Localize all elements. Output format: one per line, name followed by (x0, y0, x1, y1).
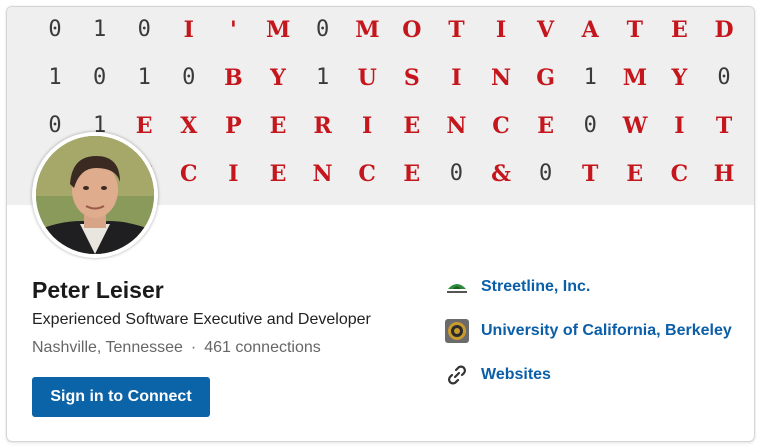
banner-char: M (355, 17, 380, 43)
banner-char: A (581, 17, 599, 43)
banner-char: E (537, 113, 554, 139)
banner-char: 0 (137, 17, 151, 42)
banner-char: N (490, 65, 512, 91)
banner-row: 0 1 0 I ' M 0 M O T I V A T E D (7, 15, 754, 45)
banner-char: E (269, 161, 287, 187)
profile-meta: Nashville, Tennessee · 461 connections (32, 339, 321, 357)
banner-char: I (228, 161, 239, 187)
sidebar-item-uc-berkeley[interactable]: University of California, Berkeley (445, 317, 732, 345)
banner-char: C (670, 161, 689, 187)
banner-char: M (266, 17, 291, 43)
link-icon (445, 363, 469, 387)
banner-char: S (403, 65, 420, 91)
sidebar-item-label[interactable]: Websites (481, 366, 551, 384)
banner-char: 1 (92, 17, 107, 42)
banner-char: M (622, 65, 648, 91)
banner-char: I (495, 17, 507, 43)
banner-char: T (715, 113, 733, 139)
banner-char: R (313, 113, 332, 139)
banner-char: & (491, 161, 511, 187)
banner-char: 0 (583, 113, 597, 138)
sidebar-item-streetline[interactable]: Streetline, Inc. (445, 273, 590, 301)
banner-char: 0 (92, 65, 107, 90)
banner-char: E (626, 161, 644, 187)
profile-location: Nashville, Tennessee (32, 339, 183, 356)
profile-card: 0 1 0 I ' M 0 M O T I V A T E D 1 0 1 0 B Y 1 U S I N G 1 M Y 0 0 1 E X P E R I… (6, 6, 755, 442)
banner-char: E (403, 113, 421, 139)
banner-char: N (446, 113, 467, 139)
banner-char: E (671, 17, 688, 43)
banner-char: 0 (182, 65, 196, 90)
banner-char: Y (270, 65, 286, 91)
banner-char: O (402, 17, 422, 43)
profile-headline: Experienced Software Executive and Devel… (32, 311, 371, 328)
banner-char: 0 (48, 113, 62, 138)
banner-char: B (224, 65, 243, 91)
profile-connections: 461 connections (204, 339, 321, 356)
banner-row: 1010BY1USING1MY0 (7, 63, 754, 93)
streetline-logo-icon (445, 275, 469, 299)
meta-separator: · (190, 339, 197, 356)
avatar-photo (36, 136, 154, 254)
banner-char: 0 (449, 161, 464, 186)
banner-char: 0 (315, 17, 330, 42)
banner-char: 0 (538, 161, 553, 186)
banner-char: I (674, 113, 685, 139)
banner-char: 1 (315, 65, 330, 90)
banner-char: 0 (48, 17, 62, 42)
banner-char: 1 (583, 65, 597, 90)
banner-char: U (357, 65, 377, 91)
banner-char: ' (230, 17, 237, 43)
uc-berkeley-seal-icon (445, 319, 469, 343)
sidebar-item-label[interactable]: University of California, Berkeley (481, 322, 732, 340)
avatar[interactable] (32, 132, 158, 258)
banner-char: 1 (137, 65, 151, 90)
sign-in-to-connect-button[interactable]: Sign in to Connect (32, 377, 210, 417)
banner-char: 0 (717, 65, 731, 90)
banner-char: E (403, 161, 421, 187)
banner-char: T (582, 161, 599, 187)
banner-char: W (622, 113, 648, 139)
profile-name: Peter Leiser (32, 277, 164, 303)
banner-char: E (135, 113, 153, 139)
banner-char: C (492, 113, 510, 139)
banner-char: Y (671, 65, 688, 91)
sidebar-item-websites[interactable]: Websites (445, 361, 551, 389)
banner-char: I (183, 17, 194, 43)
banner-char: V (537, 17, 555, 43)
banner-char: C (180, 161, 198, 187)
banner-char: T (448, 17, 465, 43)
sidebar-item-label[interactable]: Streetline, Inc. (481, 278, 590, 296)
banner-char: 1 (48, 65, 62, 90)
banner-char: D (714, 17, 734, 43)
banner-char: C (358, 161, 376, 187)
banner-char: H (713, 161, 735, 187)
banner-char: X (180, 113, 198, 139)
banner-char: N (312, 161, 333, 187)
banner-char: I (362, 113, 373, 139)
banner-char: G (536, 65, 555, 91)
banner-char: I (451, 65, 462, 91)
banner-char: P (225, 113, 242, 139)
banner-char: T (626, 17, 643, 43)
banner-char: E (269, 113, 287, 139)
